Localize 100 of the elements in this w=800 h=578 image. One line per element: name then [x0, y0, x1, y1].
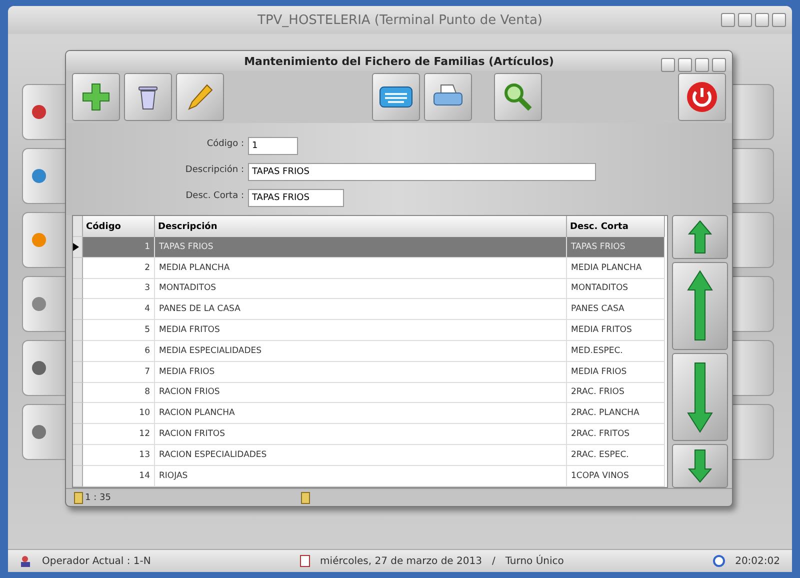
table-row[interactable]: 5 MEDIA FRITOS MEDIA FRITOS: [73, 320, 667, 341]
table-cell: MEDIA FRIOS: [155, 362, 567, 383]
tile-icon: [31, 422, 47, 442]
delete-button[interactable]: [124, 73, 172, 122]
column-header[interactable]: Código: [83, 216, 155, 237]
row-indicator[interactable]: [73, 236, 83, 258]
tile-icon: [31, 230, 47, 250]
exit-button[interactable]: [678, 73, 726, 122]
table-cell: 6: [83, 340, 155, 362]
tile-icon: [31, 294, 47, 314]
window-control-button[interactable]: [661, 58, 675, 72]
clock-icon: [713, 555, 726, 567]
print-button[interactable]: [424, 73, 472, 122]
time-text: 20:02:02: [735, 556, 780, 566]
tile-icon: [31, 358, 47, 378]
header-corner: [73, 216, 83, 237]
operator-text: Operador Actual : 1-N: [42, 556, 151, 566]
field-label: Desc. Corta :: [184, 191, 244, 202]
column-header[interactable]: Descripción: [155, 216, 567, 237]
magnifier-icon: [503, 82, 533, 112]
table-cell: 2RAC. FRITOS: [567, 424, 665, 445]
page-up-button[interactable]: [672, 262, 728, 350]
table-cell: 10: [83, 403, 155, 424]
table-cell: PANES DE LA CASA: [155, 299, 567, 320]
book-icon: [74, 492, 83, 504]
table-cell: 13: [83, 444, 155, 466]
table-row[interactable]: 6 MEDIA ESPECIALIDADES MED.ESPEC.: [73, 340, 667, 362]
table-cell: RACION PLANCHA: [155, 403, 567, 424]
window-control-button[interactable]: [772, 13, 786, 27]
table-cell: 1: [83, 236, 155, 258]
shift-text: Turno Único: [505, 556, 564, 566]
keyboard-icon: [379, 86, 413, 108]
table-cell: 7: [83, 362, 155, 383]
table-row[interactable]: 1 TAPAS FRIOS TAPAS FRIOS: [73, 236, 667, 258]
column-header[interactable]: Desc. Corta: [567, 216, 665, 237]
table-cell: 1COPA VINOS: [567, 466, 665, 487]
keyboard-button[interactable]: [372, 73, 420, 122]
calendar-icon: [300, 555, 310, 567]
table-cell: MONTADITOS: [567, 278, 665, 300]
table-cell: MEDIA PLANCHA: [567, 258, 665, 279]
table-cell: RIOJAS: [155, 466, 567, 487]
tile-icon: [31, 102, 47, 122]
date-text: miércoles, 27 de marzo de 2013: [320, 556, 482, 566]
table-row[interactable]: 7 MEDIA FRIOS MEDIA FRIOS: [73, 362, 667, 383]
edit-button[interactable]: [176, 73, 224, 122]
window-control-button[interactable]: [738, 13, 752, 27]
table-row[interactable]: 3 MONTADITOS MONTADITOS: [73, 278, 667, 300]
table-cell: 12: [83, 424, 155, 445]
first-button[interactable]: [672, 215, 728, 260]
window-control-button[interactable]: [721, 13, 735, 27]
table-cell: 2RAC. PLANCHA: [567, 403, 665, 424]
table-row[interactable]: 2 MEDIA PLANCHA MEDIA PLANCHA: [73, 258, 667, 279]
page-down-button[interactable]: [672, 353, 728, 442]
window-control-button[interactable]: [712, 58, 726, 72]
input-field[interactable]: TAPAS FRIOS: [248, 189, 344, 208]
window-control-button[interactable]: [695, 58, 709, 72]
window-control-button[interactable]: [678, 58, 692, 72]
table-row[interactable]: 13 RACION ESPECIALIDADES 2RAC. ESPEC.: [73, 444, 667, 466]
table-row[interactable]: 10 RACION PLANCHA 2RAC. PLANCHA: [73, 403, 667, 424]
add-button[interactable]: [72, 73, 120, 122]
table-cell: 2RAC. ESPEC.: [567, 444, 665, 466]
user-icon: [20, 555, 32, 567]
table-cell: 4: [83, 299, 155, 320]
table-cell: 14: [83, 466, 155, 487]
table-cell: MEDIA FRIOS: [567, 362, 665, 383]
arrow-down-icon: [688, 449, 712, 484]
table-cell: MED.ESPEC.: [567, 340, 665, 362]
input-field[interactable]: 1: [248, 137, 298, 156]
row-pointer-icon: [73, 242, 79, 251]
table-cell: RACION FRITOS: [155, 424, 567, 445]
window-title: TPV_HOSTELERIA (Terminal Punto de Venta): [258, 12, 542, 28]
table-cell: MEDIA PLANCHA: [155, 258, 567, 279]
last-button[interactable]: [672, 444, 728, 488]
tile-icon: [31, 166, 47, 186]
table-cell: MEDIA ESPECIALIDADES: [155, 340, 567, 362]
table-cell: 5: [83, 320, 155, 341]
table-cell: 8: [83, 382, 155, 404]
arrow-up-icon: [688, 220, 712, 254]
record-count: 1 : 35: [85, 492, 111, 503]
window-control-button[interactable]: [755, 13, 769, 27]
table-cell: PANES CASA: [567, 299, 665, 320]
table-row[interactable]: 12 RACION FRITOS 2RAC. FRITOS: [73, 424, 667, 445]
pencil-icon: [185, 82, 215, 112]
table-cell: 3: [83, 278, 155, 300]
dialog-title: Mantenimiento del Fichero de Familias (Artículos): [244, 54, 554, 68]
power-icon: [686, 81, 718, 114]
arrow-up-icon: [687, 270, 713, 342]
table-cell: RACION FRIOS: [155, 382, 567, 404]
table-row[interactable]: 4 PANES DE LA CASA PANES CASA: [73, 299, 667, 320]
separator-text: /: [492, 556, 496, 566]
input-field[interactable]: TAPAS FRIOS: [248, 163, 596, 182]
arrow-down-icon: [687, 361, 713, 434]
table-cell: TAPAS FRIOS: [155, 236, 567, 258]
field-label: Código :: [206, 139, 244, 150]
search-button[interactable]: [494, 73, 542, 122]
table-cell: TAPAS FRIOS: [567, 236, 665, 258]
table-row[interactable]: 8 RACION FRIOS 2RAC. FRIOS: [73, 382, 667, 404]
table-row[interactable]: 14 RIOJAS 1COPA VINOS: [73, 466, 667, 487]
table-cell: 2: [83, 258, 155, 279]
table-cell: MEDIA FRITOS: [155, 320, 567, 341]
